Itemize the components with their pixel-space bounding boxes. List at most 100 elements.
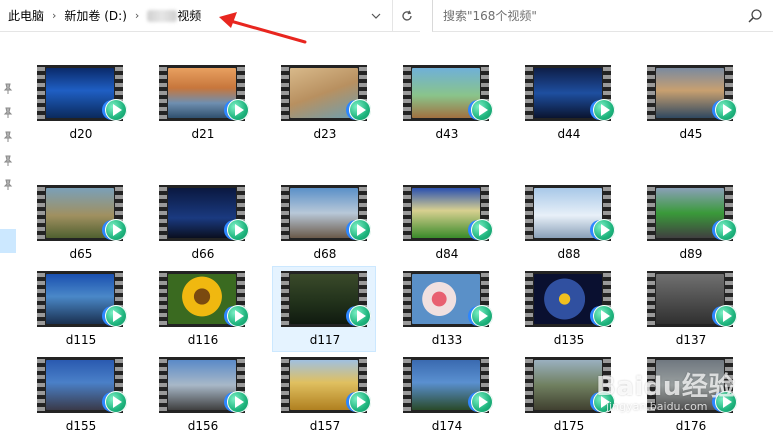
file-item[interactable]: d135	[516, 266, 620, 352]
media-player-icon	[593, 219, 615, 241]
file-item[interactable]: d89	[638, 180, 742, 266]
search-input[interactable]	[443, 6, 733, 26]
file-name: d137	[675, 333, 707, 347]
pin-icon[interactable]	[3, 107, 13, 119]
search-icon[interactable]	[747, 8, 763, 24]
film-strip-edge	[647, 185, 655, 241]
file-item[interactable]: d157	[272, 352, 376, 433]
file-item[interactable]: d68	[272, 180, 376, 266]
file-item[interactable]: d23	[272, 60, 376, 146]
file-item[interactable]: d20	[28, 60, 132, 146]
film-strip-edge	[403, 65, 411, 121]
file-item[interactable]: d88	[516, 180, 620, 266]
media-player-icon	[471, 219, 493, 241]
video-frame-image	[46, 274, 114, 324]
media-player-icon	[471, 305, 493, 327]
file-item[interactable]: d65	[28, 180, 132, 266]
film-strip-edge	[647, 271, 655, 327]
video-frame-image	[412, 68, 480, 118]
navigation-pane[interactable]	[0, 33, 16, 433]
file-name: d174	[431, 419, 463, 433]
file-item[interactable]: d66	[150, 180, 254, 266]
file-item[interactable]: d116	[150, 266, 254, 352]
film-strip-edge	[281, 271, 289, 327]
film-strip-edge	[37, 271, 45, 327]
file-name: d157	[309, 419, 341, 433]
blurred-folder-name	[147, 9, 178, 22]
film-strip-edge	[37, 185, 45, 241]
film-strip-edge	[159, 65, 167, 121]
file-item[interactable]: d43	[394, 60, 498, 146]
file-name: d21	[191, 127, 215, 141]
breadcrumb-this-pc[interactable]: 此电脑	[8, 7, 44, 24]
file-item[interactable]: d44	[516, 60, 620, 146]
film-strip-edge	[159, 271, 167, 327]
film-strip-edge	[525, 185, 533, 241]
file-item[interactable]: d21	[150, 60, 254, 146]
film-strip-edge	[525, 65, 533, 121]
film-strip-edge	[37, 65, 45, 121]
media-player-icon	[349, 305, 371, 327]
film-strip-edge	[403, 357, 411, 413]
video-frame-image	[534, 188, 602, 238]
video-frame-image	[656, 68, 724, 118]
video-frame-image	[412, 274, 480, 324]
file-item[interactable]: d45	[638, 60, 742, 146]
address-dropdown-button[interactable]	[363, 0, 389, 32]
media-player-icon	[105, 219, 127, 241]
file-item[interactable]: d117	[272, 266, 376, 352]
file-name: d68	[313, 247, 337, 261]
media-player-icon	[593, 99, 615, 121]
film-strip-edge	[159, 357, 167, 413]
file-name: d44	[557, 127, 581, 141]
media-player-icon	[105, 99, 127, 121]
file-name: d84	[435, 247, 459, 261]
nav-selected-item[interactable]	[0, 229, 16, 253]
pin-icon[interactable]	[3, 179, 13, 191]
refresh-button[interactable]	[392, 0, 420, 32]
media-player-icon	[105, 391, 127, 413]
file-name: d115	[65, 333, 97, 347]
breadcrumb-separator[interactable]: ›	[135, 9, 139, 22]
file-item[interactable]: d174	[394, 352, 498, 433]
film-strip-edge	[403, 271, 411, 327]
film-strip-edge	[525, 357, 533, 413]
address-bar[interactable]: 此电脑 › 新加卷 (D:) › 视频	[0, 0, 420, 32]
film-strip-edge	[525, 271, 533, 327]
film-strip-edge	[37, 357, 45, 413]
breadcrumb-drive-d[interactable]: 新加卷 (D:)	[64, 7, 126, 24]
film-strip-edge	[647, 65, 655, 121]
breadcrumb-videos[interactable]: 视频	[177, 7, 201, 24]
file-name: d175	[553, 419, 585, 433]
media-player-icon	[715, 305, 737, 327]
file-item[interactable]: d155	[28, 352, 132, 433]
media-player-icon	[349, 219, 371, 241]
video-frame-image	[656, 188, 724, 238]
film-strip-edge	[281, 357, 289, 413]
file-item[interactable]: d115	[28, 266, 132, 352]
breadcrumb-separator[interactable]: ›	[52, 9, 56, 22]
video-frame-image	[46, 360, 114, 410]
file-name: d45	[679, 127, 703, 141]
pin-icon[interactable]	[3, 83, 13, 95]
video-frame-image	[46, 188, 114, 238]
video-frame-image	[290, 188, 358, 238]
video-frame-image	[656, 274, 724, 324]
file-item[interactable]: d84	[394, 180, 498, 266]
search-box[interactable]	[432, 0, 773, 32]
file-name: d23	[313, 127, 337, 141]
file-name: d116	[187, 333, 219, 347]
film-strip-edge	[281, 65, 289, 121]
chevron-down-icon	[371, 13, 381, 19]
file-item[interactable]: d137	[638, 266, 742, 352]
pin-icon[interactable]	[3, 155, 13, 167]
media-player-icon	[227, 305, 249, 327]
file-name: d43	[435, 127, 459, 141]
video-frame-image	[412, 360, 480, 410]
film-strip-edge	[281, 185, 289, 241]
pin-icon[interactable]	[3, 131, 13, 143]
file-item[interactable]: d133	[394, 266, 498, 352]
media-player-icon	[471, 391, 493, 413]
file-item[interactable]: d156	[150, 352, 254, 433]
file-name: d89	[679, 247, 703, 261]
